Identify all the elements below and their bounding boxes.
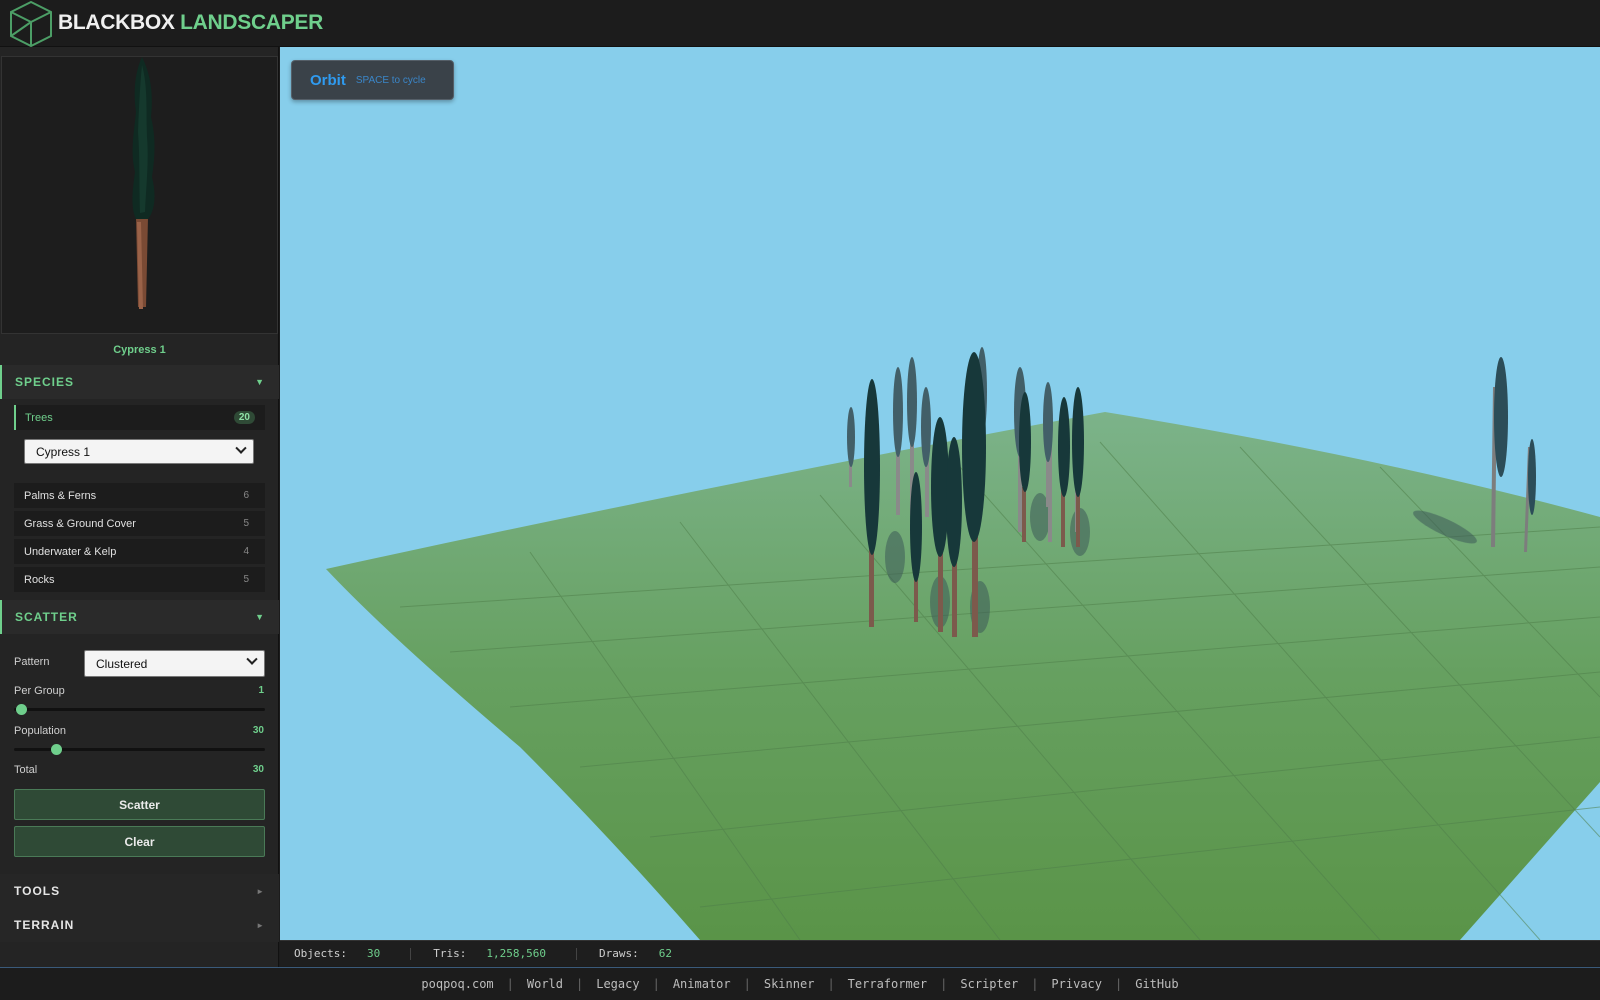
population-slider[interactable] <box>14 744 265 755</box>
stat-objects-value: 30 <box>366 947 381 960</box>
chevron-right-icon: ► <box>256 920 265 930</box>
terrain-plane <box>326 412 1600 940</box>
terrain-section-title: TERRAIN <box>14 918 75 932</box>
species-select[interactable]: Cypress 1 <box>24 439 254 464</box>
pattern-select-value: Clustered <box>96 656 148 671</box>
cypress-preview-image <box>132 57 155 309</box>
footer-nav: poqpoq.com | World | Legacy | Animator |… <box>0 967 1600 1000</box>
per-group-slider[interactable] <box>14 704 265 715</box>
footer-separator: | <box>743 977 751 991</box>
tools-section-title: TOOLS <box>14 884 61 898</box>
footer-link-legacy[interactable]: Legacy <box>583 977 652 991</box>
preview-name: Cypress 1 <box>113 344 166 356</box>
stat-divider <box>410 947 412 960</box>
chevron-down-icon <box>235 442 247 454</box>
scatter-section-header[interactable]: SCATTER ▼ <box>0 600 279 634</box>
per-group-label: Per Group <box>14 685 65 697</box>
terrain-section-header[interactable]: TERRAIN ► <box>0 908 279 942</box>
chevron-down-icon: ▼ <box>255 612 265 622</box>
category-grass-ground-cover[interactable]: Grass & Ground Cover 5 <box>14 511 265 536</box>
footer-link-github[interactable]: GitHub <box>1122 977 1191 991</box>
footer-link-terraformer[interactable]: Terraformer <box>835 977 940 991</box>
3d-viewport[interactable]: Orbit SPACE to cycle <box>280 47 1600 940</box>
per-group-slider-thumb[interactable] <box>16 704 27 715</box>
chevron-right-icon: ► <box>256 886 265 896</box>
app-title-part1: BLACKBOX <box>58 11 175 34</box>
species-section-header[interactable]: SPECIES ▼ <box>0 365 279 399</box>
population-value: 30 <box>252 725 264 736</box>
stat-divider <box>575 947 577 960</box>
category-count: 5 <box>243 574 249 585</box>
footer-separator: | <box>652 977 660 991</box>
app-title: BLACKBOX LANDSCAPER <box>58 11 323 35</box>
category-trees[interactable]: Trees 20 <box>14 405 265 430</box>
population-label: Population <box>14 725 66 737</box>
category-underwater-kelp[interactable]: Underwater & Kelp 4 <box>14 539 265 564</box>
footer-link-animator[interactable]: Animator <box>660 977 744 991</box>
footer-separator: | <box>506 977 514 991</box>
species-select-value: Cypress 1 <box>36 444 91 459</box>
category-count: 4 <box>243 546 249 557</box>
stat-tris-value: 1,258,560 <box>486 947 546 960</box>
terrain-scene <box>326 347 1600 940</box>
stat-draws: Draws: 62 <box>599 947 672 960</box>
category-count: 5 <box>243 518 249 529</box>
pattern-select[interactable]: Clustered <box>84 650 265 677</box>
camera-mode-label: Orbit <box>310 71 346 89</box>
category-palms-ferns[interactable]: Palms & Ferns 6 <box>14 483 265 508</box>
footer-link-privacy[interactable]: Privacy <box>1038 977 1115 991</box>
app-title-part2: LANDSCAPER <box>180 11 323 34</box>
chevron-down-icon <box>246 653 258 665</box>
stats-bar: Objects: 30 Tris: 1,258,560 Draws: 62 <box>280 940 1600 966</box>
camera-mode-hint: SPACE to cycle <box>355 74 426 86</box>
total-label: Total <box>14 764 38 776</box>
camera-mode-badge[interactable]: Orbit SPACE to cycle <box>291 60 454 100</box>
footer-separator: | <box>1031 977 1039 991</box>
stat-tris: Tris: 1,258,560 <box>433 947 546 960</box>
footer-separator: | <box>827 977 835 991</box>
per-group-value: 1 <box>258 685 264 696</box>
species-section-title: SPECIES <box>15 375 75 389</box>
category-label: Trees <box>25 411 53 424</box>
category-count: 6 <box>243 490 249 501</box>
footer-link-scripter[interactable]: Scripter <box>947 977 1031 991</box>
footer-separator: | <box>576 977 584 991</box>
top-bar: BLACKBOX LANDSCAPER <box>0 0 1600 48</box>
category-label: Palms & Ferns <box>24 489 97 502</box>
category-label: Rocks <box>24 573 55 586</box>
category-label: Grass & Ground Cover <box>24 517 136 530</box>
category-label: Underwater & Kelp <box>24 545 117 558</box>
category-rocks[interactable]: Rocks 5 <box>14 567 265 592</box>
stat-tris-label: Tris: <box>433 947 467 960</box>
footer-link-poqpoq[interactable]: poqpoq.com <box>408 977 506 991</box>
total-value: 30 <box>252 764 264 775</box>
pattern-label: Pattern <box>14 656 50 668</box>
category-count: 20 <box>233 411 255 424</box>
stat-objects-label: Objects: <box>294 947 347 960</box>
sidebar: Cypress 1 SPECIES ▼ Trees 20 Cypress 1 P… <box>0 47 279 967</box>
footer-link-skinner[interactable]: Skinner <box>751 977 828 991</box>
scatter-section-title: SCATTER <box>15 610 78 624</box>
population-slider-thumb[interactable] <box>51 744 62 755</box>
footer-link-world[interactable]: World <box>514 977 576 991</box>
chevron-down-icon: ▼ <box>255 377 265 387</box>
species-preview <box>1 56 278 334</box>
footer-separator: | <box>940 977 948 991</box>
stat-draws-label: Draws: <box>598 947 639 960</box>
stat-draws-value: 62 <box>658 947 672 960</box>
tools-section-header[interactable]: TOOLS ► <box>0 874 279 908</box>
clear-button[interactable]: Clear <box>14 826 265 857</box>
footer-separator: | <box>1115 977 1123 991</box>
cube-logo-icon <box>10 0 52 48</box>
stat-objects: Objects: 30 <box>294 947 380 960</box>
scatter-button[interactable]: Scatter <box>14 789 265 820</box>
